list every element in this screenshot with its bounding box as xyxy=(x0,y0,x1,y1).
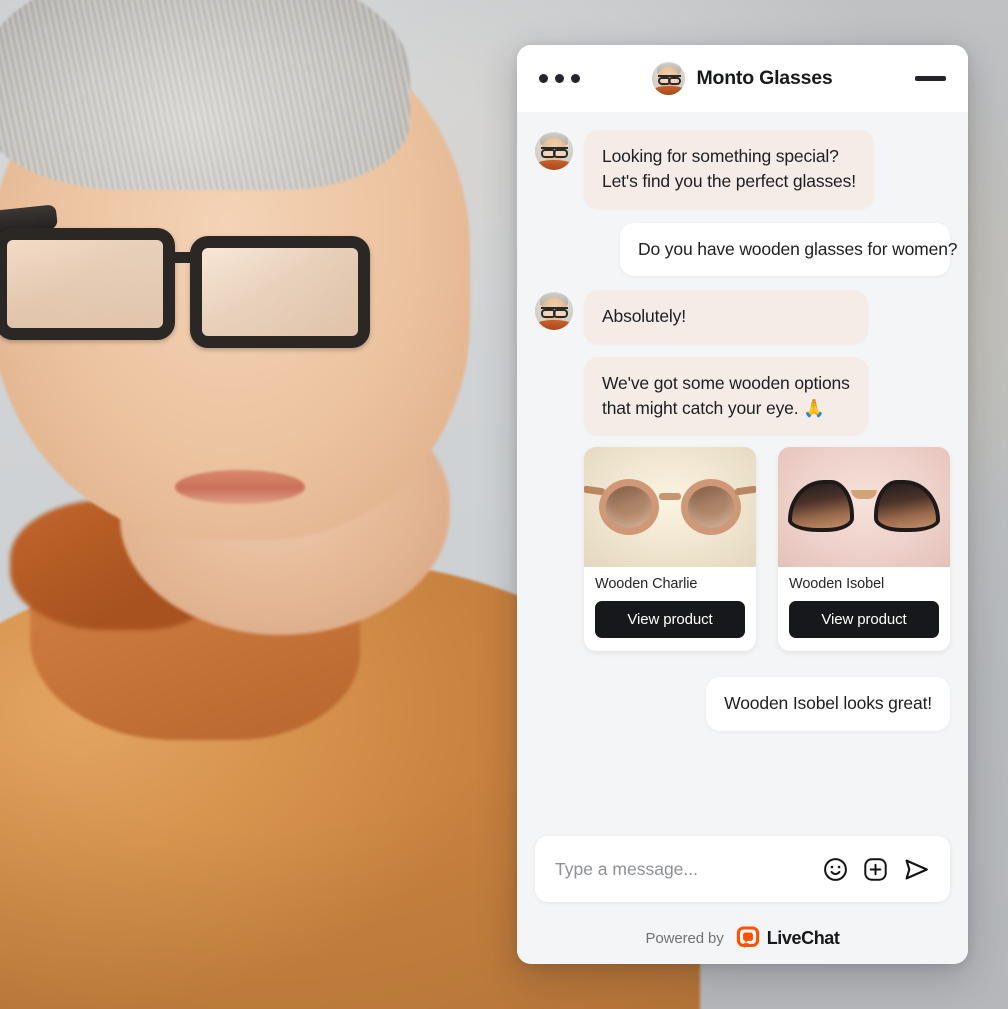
view-product-button[interactable]: View product xyxy=(595,601,745,639)
product-card[interactable]: Wooden Charlie View product xyxy=(584,447,756,652)
message-row-user-question: Do you have wooden glasses for women? xyxy=(535,222,958,277)
agent-avatar xyxy=(535,132,573,170)
powered-by-label: Powered by xyxy=(645,929,724,947)
message-bubble: Absolutely! xyxy=(584,290,868,344)
minimize-icon[interactable] xyxy=(915,76,946,81)
message-line: that might catch your eye. 🙏 xyxy=(602,397,825,418)
message-list[interactable]: Looking for something special? Let's fin… xyxy=(517,112,968,836)
message-line: We've got some wooden options xyxy=(602,372,850,393)
product-meta: Wooden Charlie View product xyxy=(584,567,756,651)
livechat-widget: Monto Glasses Looking for something spec… xyxy=(517,45,968,964)
send-icon[interactable] xyxy=(903,856,930,883)
ellipsis-icon[interactable] xyxy=(539,74,580,83)
message-bubble: Do you have wooden glasses for women? xyxy=(620,222,958,277)
message-bubble: Looking for something special? Let's fin… xyxy=(584,130,874,209)
plus-icon[interactable] xyxy=(863,857,888,882)
view-product-button[interactable]: View product xyxy=(789,601,939,639)
message-line: Looking for something special? xyxy=(602,146,839,166)
message-line: Wooden Isobel looks great! xyxy=(724,693,932,714)
livechat-wordmark: LiveChat xyxy=(766,927,840,948)
message-row-user-reply: Wooden Isobel looks great! xyxy=(535,677,950,731)
composer-actions xyxy=(823,856,930,883)
composer-area xyxy=(517,836,968,912)
cat-eye-sunglasses-icon xyxy=(788,476,940,538)
message-group: Absolutely! We've got some wooden option… xyxy=(584,290,868,436)
message-composer[interactable] xyxy=(535,836,950,902)
message-row-agent-answer: Absolutely! We've got some wooden option… xyxy=(535,290,950,436)
smiley-icon[interactable] xyxy=(823,857,848,882)
round-wooden-sunglasses-icon xyxy=(584,477,756,537)
message-row-agent-greeting: Looking for something special? Let's fin… xyxy=(535,130,950,209)
message-input[interactable] xyxy=(555,858,823,880)
message-line: Absolutely! xyxy=(602,306,686,327)
product-image-wooden-charlie xyxy=(584,447,756,568)
product-meta: Wooden Isobel View product xyxy=(778,567,950,651)
header-identity: Monto Glasses xyxy=(517,62,968,95)
message-line: Let's find you the perfect glasses! xyxy=(602,171,856,192)
product-carousel: Wooden Charlie View product Wooden Isobe… xyxy=(535,447,950,652)
message-line: Do you have wooden glasses for women? xyxy=(638,238,958,259)
product-image-wooden-isobel xyxy=(778,447,950,568)
agent-avatar xyxy=(535,292,573,331)
product-name: Wooden Isobel xyxy=(789,576,885,593)
agent-avatar xyxy=(652,62,686,95)
widget-header: Monto Glasses xyxy=(517,45,968,112)
page-title: Monto Glasses xyxy=(696,67,833,89)
product-card[interactable]: Wooden Isobel View product xyxy=(778,447,950,652)
ellipsis-dot xyxy=(571,74,580,83)
livechat-brand[interactable]: LiveChat xyxy=(736,926,840,950)
message-bubble: We've got some wooden options that might… xyxy=(584,356,868,436)
widget-footer: Powered by LiveChat xyxy=(517,912,968,964)
message-bubble: Wooden Isobel looks great! xyxy=(706,677,950,731)
ellipsis-dot xyxy=(539,74,548,83)
ellipsis-dot xyxy=(555,74,564,83)
livechat-logo-icon xyxy=(736,926,759,948)
product-name: Wooden Charlie xyxy=(595,576,698,593)
